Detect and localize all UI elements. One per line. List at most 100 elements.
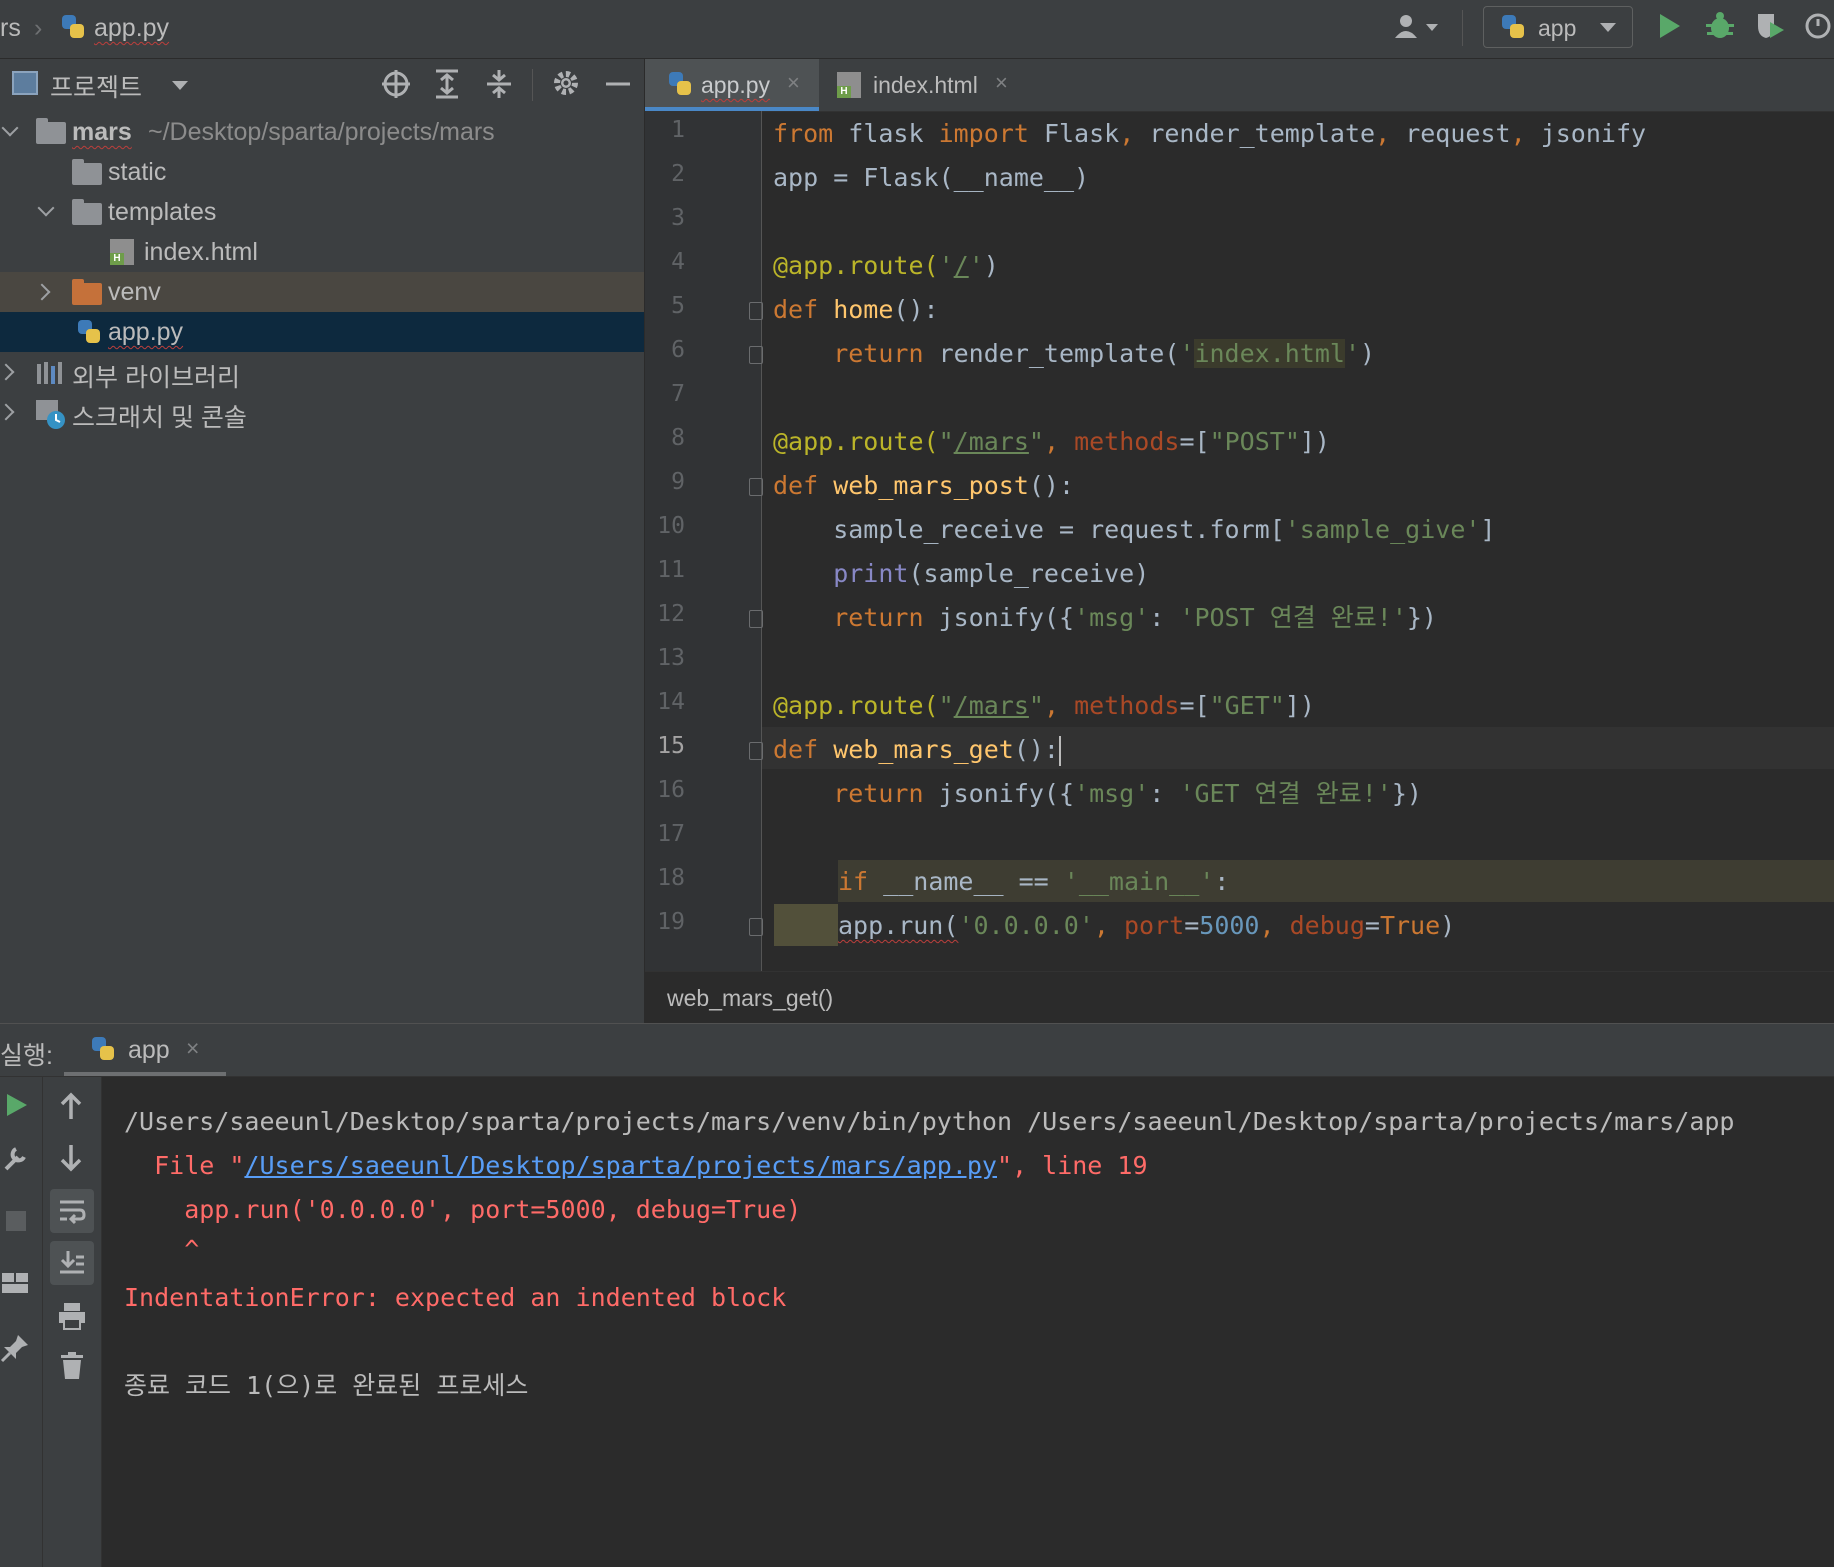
toolbar-divider <box>1462 10 1463 46</box>
hide-panel-icon[interactable] <box>604 69 632 106</box>
run-tab-label: app <box>128 1036 170 1064</box>
scratches-icon <box>34 398 68 437</box>
fold-marker-icon[interactable] <box>749 302 763 320</box>
tree-item-label: mars <box>72 118 132 146</box>
console-line-command: /Users/saeeunl/Desktop/sparta/projects/m… <box>124 1107 1735 1136</box>
run-tab-app[interactable]: app × <box>64 1024 226 1076</box>
wrench-icon[interactable] <box>2 1143 30 1180</box>
tree-item-app-py[interactable]: app.py <box>0 312 644 352</box>
run-panel: 실행: app × /Users/saeeunl/Desktop/sparta/… <box>0 1023 1834 1567</box>
pin-icon[interactable] <box>0 1333 30 1370</box>
gear-icon[interactable] <box>550 67 582 106</box>
chevron-down-icon <box>1600 23 1616 32</box>
close-icon[interactable]: × <box>787 70 800 96</box>
fold-marker-icon[interactable] <box>749 610 763 628</box>
scroll-to-end-button[interactable] <box>50 1241 94 1285</box>
tab-index-html[interactable]: H index.html × <box>821 59 1021 111</box>
expand-all-icon[interactable] <box>432 68 462 107</box>
folder-icon <box>72 199 102 225</box>
project-panel-title[interactable]: 프로젝트 <box>50 68 142 104</box>
line-number: 13 <box>657 645 685 671</box>
console-line-caret: ^ <box>124 1235 200 1264</box>
fold-marker-icon[interactable] <box>749 742 763 760</box>
library-icon <box>36 360 66 393</box>
console-line-exit: 종료 코드 1(으)로 완료된 프로세스 <box>124 1371 529 1400</box>
traceback-file-link[interactable]: /Users/saeeunl/Desktop/sparta/projects/m… <box>244 1151 997 1180</box>
indent-error-marker <box>774 904 838 946</box>
line-number: 16 <box>657 777 685 803</box>
project-panel-header: 프로젝트 <box>0 59 644 109</box>
print-icon[interactable] <box>57 1301 87 1338</box>
run-toolbar-primary <box>0 1077 43 1567</box>
arrow-up-icon[interactable] <box>57 1091 85 1128</box>
line-number: 4 <box>671 249 685 275</box>
profiler-icon[interactable] <box>1804 10 1834 49</box>
close-icon[interactable]: × <box>186 1035 199 1062</box>
folder-icon <box>72 279 102 305</box>
tree-item-static[interactable]: static <box>0 152 644 192</box>
console-line-error: IndentationError: expected an indented b… <box>124 1283 787 1312</box>
chevron-down-icon[interactable] <box>37 199 55 217</box>
line-number: 1 <box>671 117 685 143</box>
html-file-icon: H <box>110 239 134 265</box>
tree-item-label: static <box>108 158 167 186</box>
soft-wrap-button[interactable] <box>50 1189 94 1233</box>
toolbar-divider <box>532 69 533 101</box>
folder-icon <box>72 159 102 185</box>
tree-item-label: app.py <box>108 318 184 346</box>
run-configuration-select[interactable]: app <box>1483 6 1633 48</box>
soft-wrap-icon <box>58 1197 86 1232</box>
rerun-icon[interactable] <box>4 1091 30 1126</box>
tree-item-scratches[interactable]: 스크래치 및 콘솔 <box>0 392 644 432</box>
python-file-icon <box>76 319 102 345</box>
run-icon[interactable] <box>1656 10 1684 49</box>
view-chevron-down-icon[interactable] <box>172 81 188 90</box>
python-file-icon <box>667 71 693 97</box>
tree-item-external-libraries[interactable]: 외부 라이브러리 <box>0 352 644 392</box>
project-panel: 프로젝트 mars ~/Desktop/sparta/projects/mars… <box>0 59 645 1023</box>
locate-file-icon[interactable] <box>380 68 412 107</box>
fold-marker-icon[interactable] <box>749 918 763 936</box>
tree-item-venv[interactable]: venv <box>0 272 644 312</box>
line-number: 17 <box>657 821 685 847</box>
fold-marker-icon[interactable] <box>749 478 763 496</box>
tree-item-label: 스크래치 및 콘솔 <box>72 404 247 432</box>
breadcrumb-project[interactable]: rs <box>0 14 21 43</box>
trash-icon[interactable] <box>59 1351 85 1388</box>
gutter-divider <box>761 111 762 971</box>
project-view-icon <box>12 71 38 95</box>
collapse-all-icon[interactable] <box>484 68 514 107</box>
tree-item-mars[interactable]: mars ~/Desktop/sparta/projects/mars <box>0 112 644 152</box>
line-number: 12 <box>657 601 685 627</box>
layout-icon[interactable] <box>0 1269 30 1304</box>
html-file-icon: H <box>837 72 861 98</box>
tree-item-label: venv <box>108 278 161 306</box>
line-number: 10 <box>657 513 685 539</box>
chevron-right-icon[interactable] <box>33 283 51 301</box>
tab-app-py[interactable]: app.py × <box>645 59 819 111</box>
fold-marker-icon[interactable] <box>749 346 763 364</box>
run-label: 실행: <box>0 1042 53 1070</box>
chevron-right-icon[interactable] <box>0 363 15 381</box>
chevron-right-icon[interactable] <box>0 403 15 421</box>
debug-icon[interactable] <box>1704 10 1736 49</box>
coverage-icon[interactable] <box>1754 10 1786 49</box>
code-line-4: @app.route('/') <box>773 251 999 280</box>
tree-item-templates[interactable]: templates <box>0 192 644 232</box>
close-icon[interactable]: × <box>995 70 1008 96</box>
breadcrumb-file[interactable]: app.py <box>94 14 169 43</box>
code-line-5: def home(): <box>773 295 939 324</box>
python-file-icon <box>60 14 86 40</box>
tab-label: app.py <box>701 72 771 98</box>
tree-item-index-html[interactable]: H index.html <box>0 232 644 272</box>
chevron-down-icon[interactable] <box>1 119 19 137</box>
line-number: 6 <box>671 337 685 363</box>
code-line-15: def web_mars_get(): <box>773 735 1061 766</box>
code-line-9: def web_mars_post(): <box>773 471 1075 500</box>
arrow-down-icon[interactable] <box>57 1143 85 1180</box>
run-panel-header: 실행: app × <box>0 1024 1834 1077</box>
code-line-16: return jsonify({'msg': 'GET 연결 완료!'}) <box>773 779 1422 808</box>
breadcrumb-function[interactable]: web_mars_get() <box>667 985 833 1012</box>
stop-icon[interactable] <box>4 1209 28 1240</box>
user-icon[interactable] <box>1394 12 1440 49</box>
